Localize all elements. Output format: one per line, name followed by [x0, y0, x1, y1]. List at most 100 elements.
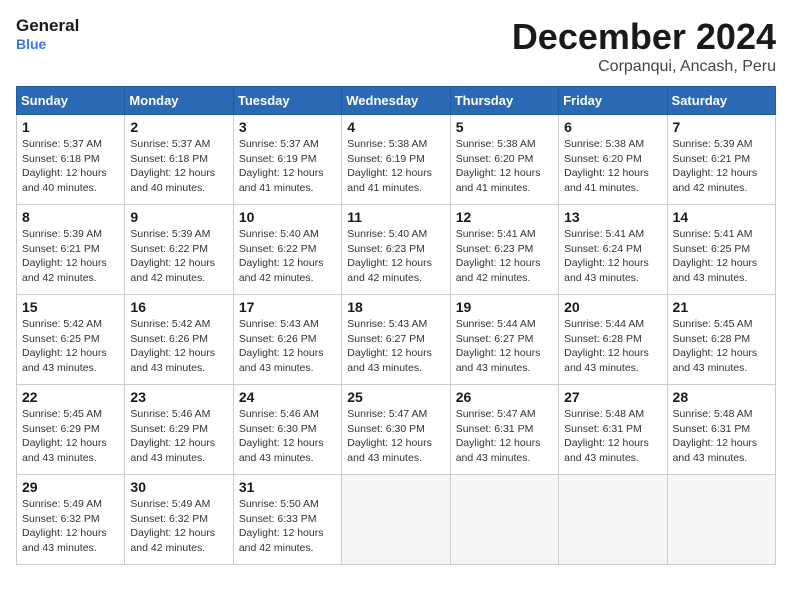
day-number: 4 [347, 119, 444, 135]
day-info: Sunrise: 5:40 AMSunset: 6:22 PMDaylight:… [239, 227, 336, 286]
calendar-cell: 21 Sunrise: 5:45 AMSunset: 6:28 PMDayligh… [667, 295, 775, 385]
day-info: Sunrise: 5:40 AMSunset: 6:23 PMDaylight:… [347, 227, 444, 286]
calendar: SundayMondayTuesdayWednesdayThursdayFrid… [16, 86, 776, 565]
day-header-sunday: Sunday [17, 87, 125, 115]
month-title: December 2024 [512, 16, 776, 58]
day-number: 22 [22, 389, 119, 405]
logo-line1: General [16, 16, 79, 36]
day-number: 8 [22, 209, 119, 225]
day-number: 25 [347, 389, 444, 405]
calendar-cell: 1Sunrise: 5:37 AMSunset: 6:18 PMDaylight… [17, 115, 125, 205]
day-info: Sunrise: 5:45 AMSunset: 6:28 PMDaylight:… [673, 317, 770, 376]
day-number: 28 [673, 389, 770, 405]
calendar-cell [667, 475, 775, 565]
day-info: Sunrise: 5:42 AMSunset: 6:26 PMDaylight:… [130, 317, 227, 376]
calendar-cell: 29Sunrise: 5:49 AMSunset: 6:32 PMDayligh… [17, 475, 125, 565]
day-info: Sunrise: 5:47 AMSunset: 6:31 PMDaylight:… [456, 407, 553, 466]
day-info: Sunrise: 5:43 AMSunset: 6:27 PMDaylight:… [347, 317, 444, 376]
day-info: Sunrise: 5:45 AMSunset: 6:29 PMDaylight:… [22, 407, 119, 466]
calendar-header-row: SundayMondayTuesdayWednesdayThursdayFrid… [17, 87, 776, 115]
day-number: 13 [564, 209, 661, 225]
calendar-cell: 2 Sunrise: 5:37 AMSunset: 6:18 PMDaylight… [125, 115, 233, 205]
calendar-cell [342, 475, 450, 565]
calendar-cell: 23 Sunrise: 5:46 AMSunset: 6:29 PMDayligh… [125, 385, 233, 475]
calendar-week-row: 1Sunrise: 5:37 AMSunset: 6:18 PMDaylight… [17, 115, 776, 205]
calendar-cell: 3 Sunrise: 5:37 AMSunset: 6:19 PMDaylight… [233, 115, 341, 205]
calendar-cell: 30 Sunrise: 5:49 AMSunset: 6:32 PMDayligh… [125, 475, 233, 565]
day-header-monday: Monday [125, 87, 233, 115]
calendar-cell: 4 Sunrise: 5:38 AMSunset: 6:19 PMDaylight… [342, 115, 450, 205]
calendar-cell: 11 Sunrise: 5:40 AMSunset: 6:23 PMDayligh… [342, 205, 450, 295]
day-info: Sunrise: 5:44 AMSunset: 6:27 PMDaylight:… [456, 317, 553, 376]
calendar-cell: 26 Sunrise: 5:47 AMSunset: 6:31 PMDayligh… [450, 385, 558, 475]
calendar-cell: 5Sunrise: 5:38 AMSunset: 6:20 PMDaylight… [450, 115, 558, 205]
day-info: Sunrise: 5:41 AMSunset: 6:25 PMDaylight:… [673, 227, 770, 286]
logo-line2: Blue [16, 36, 79, 53]
day-number: 27 [564, 389, 661, 405]
calendar-cell: 9 Sunrise: 5:39 AMSunset: 6:22 PMDaylight… [125, 205, 233, 295]
day-info: Sunrise: 5:39 AMSunset: 6:21 PMDaylight:… [673, 137, 770, 196]
day-info: Sunrise: 5:38 AMSunset: 6:20 PMDaylight:… [456, 137, 553, 196]
day-info: Sunrise: 5:47 AMSunset: 6:30 PMDaylight:… [347, 407, 444, 466]
calendar-cell: 20Sunrise: 5:44 AMSunset: 6:28 PMDayligh… [559, 295, 667, 385]
day-number: 2 [130, 119, 227, 135]
title-area: December 2024 Corpanqui, Ancash, Peru [512, 16, 776, 76]
logo: General Blue [16, 16, 79, 53]
day-number: 3 [239, 119, 336, 135]
day-number: 9 [130, 209, 227, 225]
day-info: Sunrise: 5:49 AMSunset: 6:32 PMDaylight:… [22, 497, 119, 556]
day-number: 11 [347, 209, 444, 225]
day-number: 20 [564, 299, 661, 315]
day-header-thursday: Thursday [450, 87, 558, 115]
day-number: 6 [564, 119, 661, 135]
day-number: 14 [673, 209, 770, 225]
day-number: 16 [130, 299, 227, 315]
day-number: 7 [673, 119, 770, 135]
calendar-week-row: 29Sunrise: 5:49 AMSunset: 6:32 PMDayligh… [17, 475, 776, 565]
calendar-cell: 22 Sunrise: 5:45 AMSunset: 6:29 PMDayligh… [17, 385, 125, 475]
day-header-saturday: Saturday [667, 87, 775, 115]
day-info: Sunrise: 5:46 AMSunset: 6:29 PMDaylight:… [130, 407, 227, 466]
calendar-cell: 14 Sunrise: 5:41 AMSunset: 6:25 PMDayligh… [667, 205, 775, 295]
day-number: 12 [456, 209, 553, 225]
calendar-cell: 27 Sunrise: 5:48 AMSunset: 6:31 PMDayligh… [559, 385, 667, 475]
day-info: Sunrise: 5:46 AMSunset: 6:30 PMDaylight:… [239, 407, 336, 466]
calendar-cell: 15 Sunrise: 5:42 AMSunset: 6:25 PMDayligh… [17, 295, 125, 385]
calendar-cell [450, 475, 558, 565]
calendar-week-row: 8Sunrise: 5:39 AMSunset: 6:21 PMDaylight… [17, 205, 776, 295]
day-number: 23 [130, 389, 227, 405]
calendar-cell [559, 475, 667, 565]
calendar-week-row: 15 Sunrise: 5:42 AMSunset: 6:25 PMDayligh… [17, 295, 776, 385]
day-number: 10 [239, 209, 336, 225]
day-info: Sunrise: 5:41 AMSunset: 6:24 PMDaylight:… [564, 227, 661, 286]
day-number: 21 [673, 299, 770, 315]
day-info: Sunrise: 5:38 AMSunset: 6:20 PMDaylight:… [564, 137, 661, 196]
calendar-cell: 24 Sunrise: 5:46 AMSunset: 6:30 PMDayligh… [233, 385, 341, 475]
day-info: Sunrise: 5:48 AMSunset: 6:31 PMDaylight:… [564, 407, 661, 466]
day-header-friday: Friday [559, 87, 667, 115]
day-info: Sunrise: 5:42 AMSunset: 6:25 PMDaylight:… [22, 317, 119, 376]
calendar-week-row: 22 Sunrise: 5:45 AMSunset: 6:29 PMDayligh… [17, 385, 776, 475]
day-number: 30 [130, 479, 227, 495]
day-number: 31 [239, 479, 336, 495]
calendar-cell: 6 Sunrise: 5:38 AMSunset: 6:20 PMDaylight… [559, 115, 667, 205]
calendar-cell: 17Sunrise: 5:43 AMSunset: 6:26 PMDayligh… [233, 295, 341, 385]
day-number: 26 [456, 389, 553, 405]
day-info: Sunrise: 5:49 AMSunset: 6:32 PMDaylight:… [130, 497, 227, 556]
day-number: 15 [22, 299, 119, 315]
calendar-cell: 10 Sunrise: 5:40 AMSunset: 6:22 PMDayligh… [233, 205, 341, 295]
day-info: Sunrise: 5:39 AMSunset: 6:22 PMDaylight:… [130, 227, 227, 286]
day-info: Sunrise: 5:48 AMSunset: 6:31 PMDaylight:… [673, 407, 770, 466]
day-number: 18 [347, 299, 444, 315]
day-info: Sunrise: 5:37 AMSunset: 6:18 PMDaylight:… [130, 137, 227, 196]
day-info: Sunrise: 5:37 AMSunset: 6:18 PMDaylight:… [22, 137, 119, 196]
subtitle: Corpanqui, Ancash, Peru [512, 58, 776, 76]
day-info: Sunrise: 5:41 AMSunset: 6:23 PMDaylight:… [456, 227, 553, 286]
day-info: Sunrise: 5:38 AMSunset: 6:19 PMDaylight:… [347, 137, 444, 196]
day-header-wednesday: Wednesday [342, 87, 450, 115]
calendar-cell: 31Sunrise: 5:50 AMSunset: 6:33 PMDayligh… [233, 475, 341, 565]
day-number: 19 [456, 299, 553, 315]
day-number: 24 [239, 389, 336, 405]
calendar-cell: 25 Sunrise: 5:47 AMSunset: 6:30 PMDayligh… [342, 385, 450, 475]
day-info: Sunrise: 5:37 AMSunset: 6:19 PMDaylight:… [239, 137, 336, 196]
